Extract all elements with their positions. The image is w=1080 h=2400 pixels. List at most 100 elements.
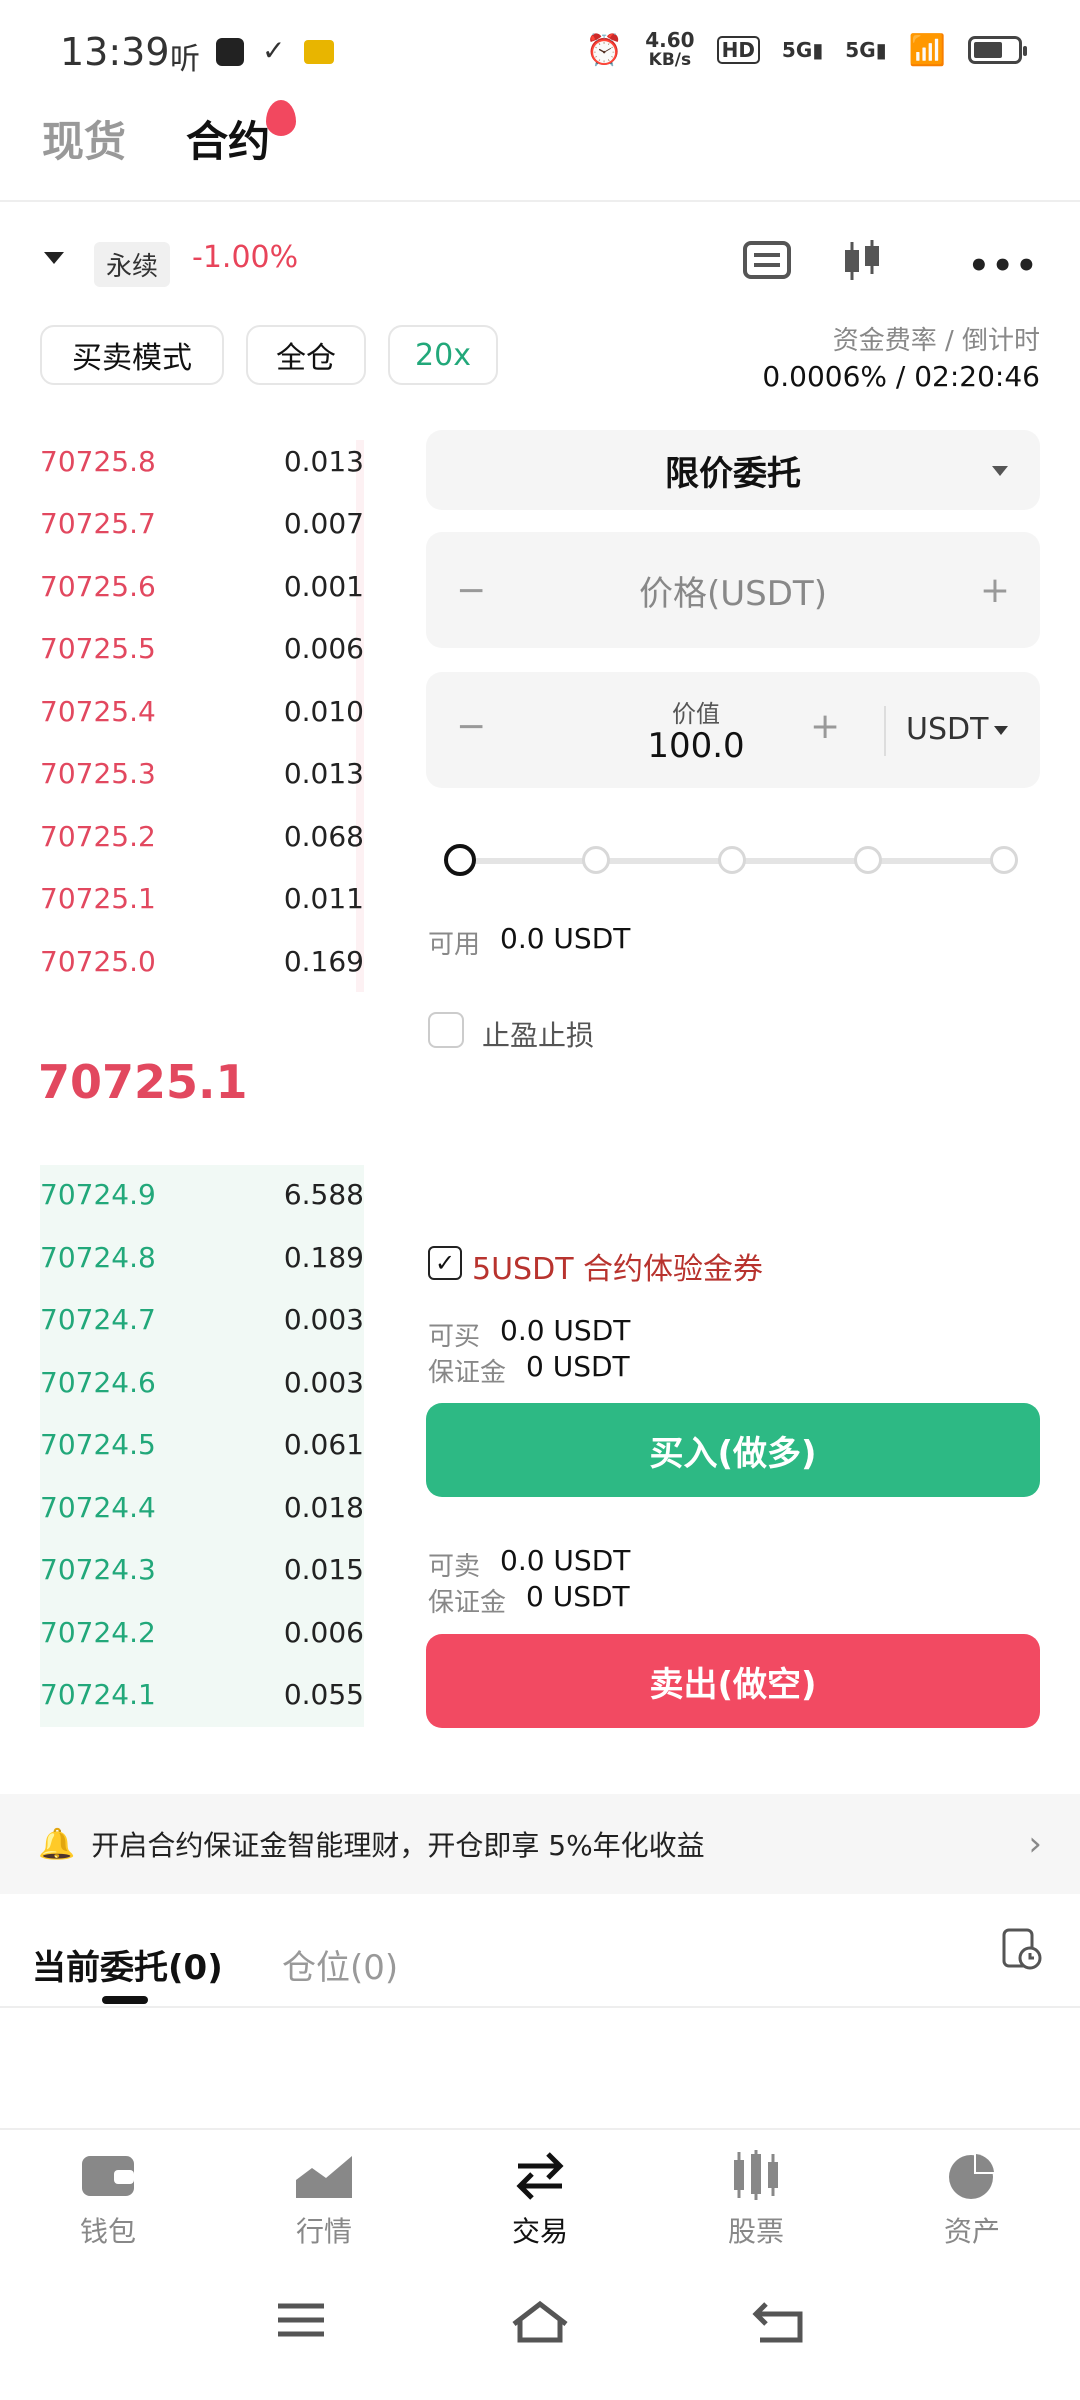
value-label: 价值: [672, 700, 720, 728]
coupon-checkbox[interactable]: ✓: [428, 1246, 462, 1280]
history-icon[interactable]: [1000, 1926, 1044, 1972]
alarm-icon: ⏰: [585, 32, 624, 68]
last-price[interactable]: 70725.1: [38, 1055, 248, 1109]
price-change: -1.00%: [192, 240, 299, 275]
ask-row[interactable]: 70725.0 0.169: [40, 941, 364, 981]
sell-margin-label: 保证金: [428, 1588, 507, 1618]
promo-banner[interactable]: 🔔 开启合约保证金智能理财，开仓即享 5%年化收益 ›: [0, 1794, 1080, 1894]
leverage-button[interactable]: 20x: [388, 325, 498, 385]
sell-margin-value: 0 USDT: [526, 1580, 630, 1613]
unit-select[interactable]: USDT: [906, 712, 988, 747]
status-time: 13:39: [60, 30, 170, 74]
chart-icon: [296, 2156, 352, 2198]
slider-stop[interactable]: [854, 846, 882, 874]
hot-flame-icon: [266, 100, 296, 136]
ask-row[interactable]: 70725.5 0.006: [40, 628, 364, 668]
price-minus-button[interactable]: −: [456, 570, 486, 611]
tab-current-orders[interactable]: 当前委托(0): [32, 1940, 223, 1989]
price-input[interactable]: − 价格(USDT) +: [426, 532, 1040, 648]
coupon-label[interactable]: 5USDT 合约体验金券: [472, 1244, 763, 1288]
nav-label: 股票: [727, 2215, 784, 2248]
signal-icon-2: 5G▮: [845, 38, 887, 62]
sell-available-value: 0.0 USDT: [500, 1544, 631, 1577]
slider-handle[interactable]: [444, 844, 476, 876]
divider: [0, 2128, 1080, 2130]
margin-mode-button[interactable]: 全仓: [246, 325, 366, 385]
trade-mode-button[interactable]: 买卖模式: [40, 325, 224, 385]
hd-icon: HD: [716, 36, 760, 64]
slider-stop[interactable]: [718, 846, 746, 874]
bell-icon: 🔔: [38, 1826, 76, 1862]
status-right: ⏰ 4.60 KB/s HD 5G▮ 5G▮ 📶: [585, 30, 1027, 70]
chevron-down-icon: [994, 726, 1008, 735]
nav-label: 交易: [511, 2215, 568, 2248]
bid-row[interactable]: 70724.9 6.588: [40, 1174, 364, 1214]
available-label: 可用: [428, 930, 481, 960]
tpsl-checkbox[interactable]: [428, 1012, 464, 1048]
candlestick-icon[interactable]: [840, 238, 884, 284]
tab-contract[interactable]: 合约: [186, 108, 270, 169]
bid-row[interactable]: 70724.8 0.189: [40, 1237, 364, 1277]
nav-assets[interactable]: 资产: [902, 2150, 1042, 2250]
nav-label: 行情: [295, 2215, 352, 2248]
bid-row[interactable]: 70724.5 0.061: [40, 1424, 364, 1464]
promo-text: 开启合约保证金智能理财，开仓即享 5%年化收益: [91, 1829, 705, 1862]
price-plus-button[interactable]: +: [980, 570, 1010, 611]
nav-wallet[interactable]: 钱包: [38, 2150, 178, 2250]
bid-row[interactable]: 70724.4 0.018: [40, 1487, 364, 1527]
slider-stop[interactable]: [582, 846, 610, 874]
nav-market[interactable]: 行情: [254, 2150, 394, 2250]
order-type-select[interactable]: 限价委托: [426, 430, 1040, 510]
folder-icon: [304, 40, 334, 64]
sell-short-button[interactable]: 卖出(做空): [426, 1634, 1040, 1728]
stocks-icon: [734, 2150, 778, 2200]
slider-stop[interactable]: [990, 846, 1018, 874]
nav-label: 资产: [943, 2215, 1000, 2248]
buy-margin-label: 保证金: [428, 1358, 507, 1388]
value-plus-button[interactable]: +: [810, 706, 840, 747]
buy-margin-value: 0 USDT: [526, 1350, 630, 1383]
nav-label: 钱包: [79, 2215, 136, 2248]
ask-row[interactable]: 70725.4 0.010: [40, 691, 364, 731]
perpetual-tag: 永续: [94, 242, 171, 287]
pie-icon: [949, 2152, 996, 2199]
bid-row[interactable]: 70724.3 0.015: [40, 1549, 364, 1589]
ask-row[interactable]: 70725.3 0.013: [40, 753, 364, 793]
home-icon[interactable]: [510, 2300, 570, 2344]
ask-row[interactable]: 70725.6 0.001: [40, 566, 364, 606]
available-value: 0.0 USDT: [500, 922, 631, 955]
nav-stocks[interactable]: 股票: [686, 2150, 826, 2250]
bid-row[interactable]: 70724.7 0.003: [40, 1299, 364, 1339]
ask-row[interactable]: 70725.8 0.013: [40, 441, 364, 481]
ticket-icon[interactable]: [742, 240, 792, 280]
buy-available-label: 可买: [428, 1322, 481, 1352]
value-input[interactable]: − 价值 100.0 + USDT: [426, 672, 1040, 788]
buy-available-value: 0.0 USDT: [500, 1314, 631, 1347]
dropdown-caret-icon[interactable]: [44, 252, 64, 264]
divider: [0, 2006, 1080, 2008]
order-type-label: 限价委托: [665, 453, 801, 494]
bid-row[interactable]: 70724.2 0.006: [40, 1612, 364, 1652]
app-notification-icon: [216, 38, 244, 66]
nav-trade[interactable]: 交易: [470, 2150, 610, 2250]
bid-row[interactable]: 70724.1 0.055: [40, 1674, 364, 1714]
tab-spot[interactable]: 现货: [42, 108, 126, 169]
sell-available-label: 可卖: [428, 1552, 481, 1582]
back-icon[interactable]: [752, 2300, 806, 2344]
battery-icon: [968, 36, 1027, 64]
funding-label: 资金费率 / 倒计时: [832, 326, 1040, 356]
funding-value: 0.0006% / 02:20:46: [762, 360, 1040, 393]
buy-long-button[interactable]: 买入(做多): [426, 1403, 1040, 1497]
ask-row[interactable]: 70725.7 0.007: [40, 503, 364, 543]
chevron-right-icon: ›: [1028, 1824, 1042, 1864]
more-icon[interactable]: •••: [968, 246, 1039, 286]
bid-row[interactable]: 70724.6 0.003: [40, 1362, 364, 1402]
ask-row[interactable]: 70725.1 0.011: [40, 878, 364, 918]
wallet-icon: [82, 2156, 134, 2196]
divider: [0, 200, 1080, 202]
tab-positions[interactable]: 仓位(0): [282, 1940, 398, 1989]
value-minus-button[interactable]: −: [456, 706, 486, 747]
ask-row[interactable]: 70725.2 0.068: [40, 816, 364, 856]
menu-icon[interactable]: [276, 2300, 326, 2340]
app-glyph: 听: [170, 42, 200, 77]
